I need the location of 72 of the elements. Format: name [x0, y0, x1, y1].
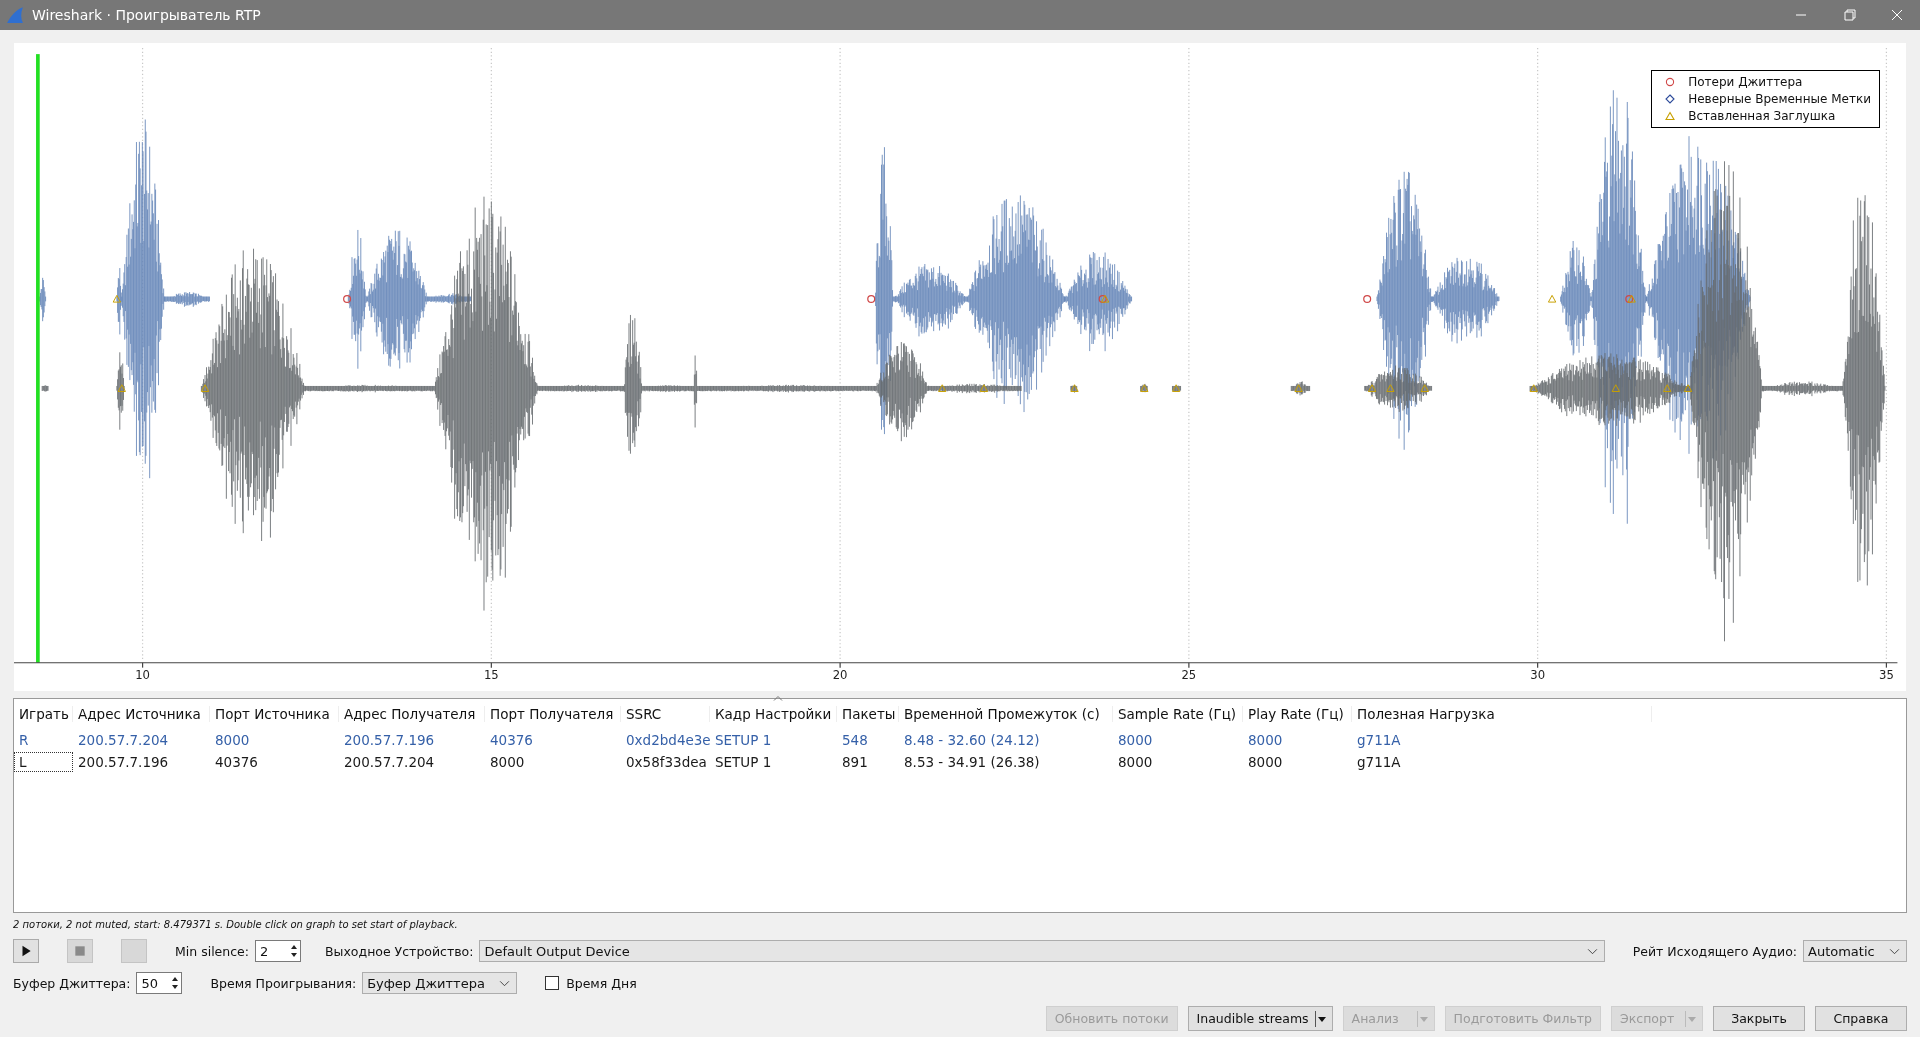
- waveform-graph[interactable]: 10 15 20 25 30 35 Потери Джиттера Неверные Временные Метки Вставленная Заглушка: [14, 43, 1906, 691]
- time-of-day-label: Время Дня: [566, 975, 637, 991]
- table-cell: L: [14, 752, 73, 772]
- status-text: 2 потоки, 2 not muted, start: 8.479371 s. Double click on graph to set start of playback.: [13, 919, 459, 932]
- play-button[interactable]: [13, 939, 39, 963]
- table-cell-text: 40376: [489, 731, 534, 750]
- playback-time-dropdown[interactable]: Буфер Джиттера: [362, 972, 518, 994]
- output-rate-label: Рейт Исходящего Аудио:: [1632, 943, 1797, 959]
- dialog-button[interactable]: Закрыть: [1713, 1006, 1805, 1031]
- axis-tick-label: 15: [483, 667, 499, 682]
- table-cell-text: g711A: [1356, 731, 1402, 750]
- table-cell-text: 0x58f33dea: [625, 753, 708, 772]
- legend-label: Неверные Временные Метки: [1688, 92, 1871, 106]
- table-cell-text: 8000: [1247, 753, 1284, 772]
- legend-label: Вставленная Заглушка: [1688, 109, 1836, 123]
- table-cell-text: 8000: [489, 753, 526, 772]
- axis-tick-label: 35: [1879, 667, 1894, 682]
- column-header[interactable]: Sample Rate (Гц): [1113, 706, 1243, 722]
- column-header[interactable]: Кадр Настройки: [710, 706, 837, 722]
- table-cell-text: 200.57.7.196: [343, 731, 436, 750]
- column-header[interactable]: SSRC: [621, 706, 710, 722]
- legend-label: Потери Джиттера: [1688, 75, 1803, 89]
- table-cell-text: R: [18, 731, 30, 750]
- table-row[interactable]: L 200.57.7.196 40376 200.57.7.204 8000 0x58f33dea SETUP 1 891 8.53 - 34.91 (26.38) 8000 8000 g711A: [14, 751, 1906, 773]
- chevron-down-icon: [499, 979, 511, 987]
- table-cell-text: 8.48 - 32.60 (24.12): [903, 731, 1041, 750]
- axis-tick-label: 20: [832, 667, 848, 682]
- table-cell-text: SETUP 1: [714, 753, 773, 772]
- axis-tick-label: 25: [1181, 667, 1197, 682]
- column-header[interactable]: Временной Промежуток (с): [899, 706, 1113, 722]
- dialog-button[interactable]: Справка: [1815, 1006, 1907, 1031]
- dialog-button[interactable]: Inaudible streams: [1187, 1006, 1333, 1031]
- axis-tick-label: 10: [135, 667, 150, 682]
- table-cell-text: 40376: [214, 753, 259, 772]
- stop-icon: [73, 944, 87, 958]
- output-device-label: Выходное Устройство:: [325, 943, 474, 959]
- column-header[interactable]: Адрес Источника: [73, 706, 210, 722]
- jitter-buffer-spinbox[interactable]: 50: [136, 972, 183, 994]
- table-cell-text: 200.57.7.196: [77, 753, 170, 772]
- column-header[interactable]: Play Rate (Гц): [1243, 706, 1352, 722]
- column-header[interactable]: Порт Источника: [210, 706, 339, 722]
- table-cell-text: 8000: [1247, 731, 1284, 750]
- chevron-down-icon: [1586, 947, 1598, 955]
- table-cell-text: 891: [841, 753, 869, 772]
- playback-time-label: Время Проигрывания:: [210, 975, 357, 991]
- min-silence-label: Min silence:: [175, 943, 249, 959]
- table-cell-text: 8000: [214, 731, 251, 750]
- table-cell-text: SETUP 1: [714, 731, 773, 750]
- column-header[interactable]: Играть: [14, 706, 73, 722]
- table-cell-text: 200.57.7.204: [343, 753, 436, 772]
- table-cell-text: 200.57.7.204: [77, 731, 170, 750]
- time-of-day-checkbox[interactable]: [545, 976, 560, 990]
- column-header[interactable]: Порт Получателя: [485, 706, 621, 722]
- column-header[interactable]: Полезная Нагрузка: [1352, 706, 1652, 722]
- table-cell-text: 8000: [1117, 731, 1154, 750]
- output-rate-dropdown[interactable]: Automatic: [1803, 940, 1907, 962]
- table-cell-text: 8000: [1117, 753, 1154, 772]
- table-cell-text: 548: [841, 731, 869, 750]
- window-title: Wireshark · Проигрыватель RTP: [32, 7, 261, 23]
- dropdown-arrow-icon[interactable]: [1314, 1008, 1329, 1029]
- output-device-dropdown[interactable]: Default Output Device: [479, 940, 1605, 962]
- column-header[interactable]: Пакеты: [837, 706, 899, 722]
- table-cell-text: 8.53 - 34.91 (26.38): [903, 753, 1041, 772]
- axis-tick-label: 30: [1530, 667, 1546, 682]
- table-cell-text: 0xd2bd4e3e: [625, 731, 710, 750]
- table-cell-text: g711A: [1356, 753, 1402, 772]
- chevron-down-icon: [1889, 947, 1900, 955]
- table-row[interactable]: R 200.57.7.204 8000 200.57.7.196 40376 0xd2bd4e3e SETUP 1 548 8.48 - 32.60 (24.12) 8000 8000 g711A: [14, 729, 1906, 751]
- column-header[interactable]: Адрес Получателя: [339, 706, 485, 722]
- jitter-buffer-label: Буфер Джиттера:: [13, 975, 131, 991]
- min-silence-spinbox[interactable]: 2: [255, 940, 301, 962]
- fin-icon: [6, 6, 24, 24]
